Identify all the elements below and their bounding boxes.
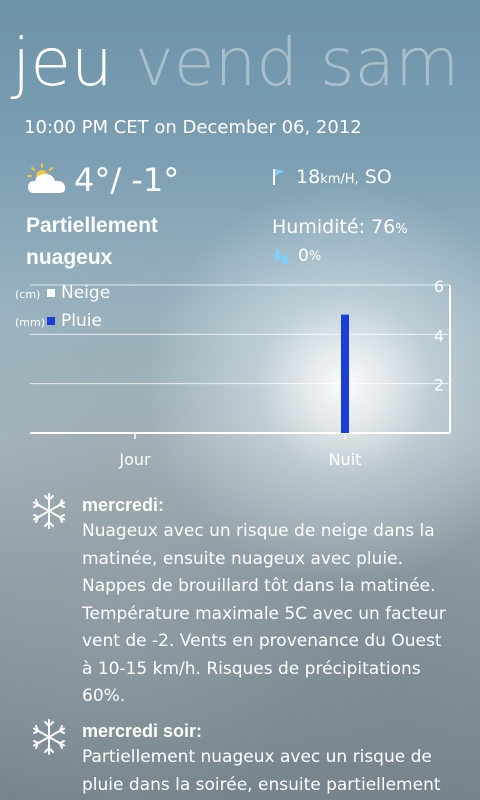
forecast-text: Partiellement nuageux avec un risque de … (82, 747, 441, 795)
precipitation-info: 0% (272, 246, 321, 266)
legend-label: Neige (61, 283, 110, 303)
snowflake-icon (33, 493, 65, 529)
day-pivot-header: jeuvendsamd (12, 22, 480, 104)
humidity-unit: % (395, 222, 408, 237)
precip-value: 0 (298, 246, 309, 266)
forecast-section-day: mercredi: Nuageux avec un risque de neig… (30, 492, 470, 711)
pivot-item-vend[interactable]: vend (135, 24, 298, 101)
chart-bar-pluie (341, 314, 349, 433)
humidity-label: Humidité: (272, 216, 365, 238)
wind-direction: SO (364, 166, 392, 188)
legend-swatch (47, 317, 55, 325)
legend-unit: (cm) (15, 288, 40, 301)
partly-cloudy-icon (27, 163, 66, 193)
chart-y-tick-label: 6 (434, 280, 444, 296)
forecast-title: mercredi soir: (82, 721, 203, 741)
legend-label: Pluie (61, 311, 102, 331)
humidity-info: Humidité: 76% (272, 216, 408, 238)
precipitation-chart: 2 4 6 Jour Nuit (cm) Neige (mm) Pluie (15, 280, 451, 469)
legend-swatch (47, 289, 55, 297)
condition-text: Partiellement nuageux (26, 214, 158, 269)
humidity-value: 76 (371, 216, 396, 238)
pivot-item-jeu[interactable]: jeu (12, 24, 113, 101)
wind-speed: 18 (296, 166, 321, 188)
pivot-item-sam[interactable]: sam (320, 24, 459, 101)
snowflake-icon (33, 719, 65, 755)
chart-y-tick-label: 4 (434, 326, 444, 345)
chart-y-tick-label: 2 (434, 376, 444, 395)
forecast-section-night: mercredi soir: Partiellement nuageux ave… (30, 718, 470, 799)
chart-x-tick-label: Jour (118, 450, 151, 469)
wind-unit: km/H, (320, 172, 359, 187)
forecast-text: Nuageux avec un risque de neige dans la … (82, 521, 446, 706)
observation-timestamp: 10:00 PM CET on December 06, 2012 (24, 117, 362, 138)
raindrops-icon (274, 248, 289, 264)
wind-flag-icon (273, 169, 284, 185)
precip-unit: % (308, 248, 322, 264)
wind-info: 18 km/H, SO (272, 166, 392, 188)
legend-unit: (mm) (15, 316, 45, 329)
chart-x-tick-label: Nuit (329, 450, 362, 469)
temperature-high-low: 4°/ -1° (74, 161, 180, 199)
forecast-title: mercredi: (82, 495, 165, 515)
